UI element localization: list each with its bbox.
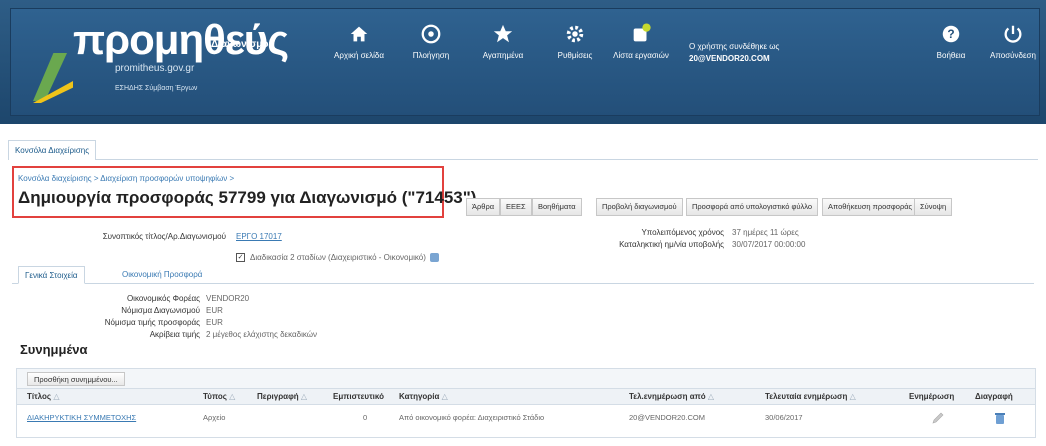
sort-icon: △ [849, 392, 856, 401]
logo-url: promitheus.gov.gr [115, 63, 195, 74]
col-updated-by[interactable]: Τελ.ενημέρωση από △ [629, 392, 714, 401]
col-title-label: Τίτλος [27, 392, 52, 401]
espd-button[interactable]: ΕΕΕΣ [500, 198, 532, 216]
detail-label: Οικονομικός Φορέας [126, 294, 200, 303]
col-confidential[interactable]: Εμπιστευτικό [333, 392, 384, 401]
home-icon [350, 26, 368, 42]
console-tabstrip: Κονσόλα Διαχείρισης [8, 134, 1038, 160]
nav-tasks-label: Λίστα εργασιών [613, 51, 669, 60]
col-category[interactable]: Κατηγορία △ [399, 392, 448, 401]
col-updated-by-label: Τελ.ενημέρωση από [629, 392, 706, 401]
cell-updated-by: 20@VENDOR20.COM [629, 413, 705, 422]
detail-value: VENDOR20 [206, 294, 250, 303]
logo-esidis: ΕΣΗΔΗΣ Σύμβαση Έργων [115, 85, 198, 92]
nav-home-label: Αρχική σελίδα [334, 51, 384, 60]
attachments-heading: Συνημμένα [20, 342, 88, 357]
col-description[interactable]: Περιγραφή △ [257, 392, 307, 401]
remaining-time-value: 37 ημέρες 11 ώρες [732, 228, 799, 237]
save-offer-button[interactable]: Αποθήκευση προσφοράς [822, 198, 919, 216]
trash-icon[interactable] [993, 411, 1007, 425]
sort-icon: △ [707, 392, 715, 401]
sort-icon: △ [441, 392, 448, 401]
tender-title-link[interactable]: ΕΡΓΟ 17017 [236, 232, 282, 241]
cell-type: Αρχείο [203, 413, 226, 422]
gear-icon [566, 25, 584, 43]
compass-icon [421, 24, 441, 44]
table-toolbar: Προσθήκη συνημμένου... [17, 369, 1035, 389]
col-updated-on-label: Τελευταία ενημέρωση [765, 392, 848, 401]
sort-icon: △ [229, 392, 236, 401]
logo-subtitle: Διαγωνισμοί [211, 39, 272, 50]
nav-tasks[interactable]: Λίστα εργασιών [609, 23, 673, 60]
col-type-label: Τύπος [203, 392, 227, 401]
summary-button[interactable]: Σύνοψη [914, 198, 953, 216]
deadline-value: 30/07/2017 00:00:00 [732, 240, 806, 249]
remaining-time-label: Υπολειπόμενος χρόνος [641, 228, 724, 237]
col-description-label: Περιγραφή [257, 392, 299, 401]
help-icon: ? [942, 25, 960, 43]
tab-financial[interactable]: Οικονομική Προσφορά [116, 266, 208, 284]
sort-icon: △ [300, 392, 308, 401]
col-update: Ενημέρωση [909, 392, 955, 401]
user-line: Ο χρήστης συνδέθηκε ως [689, 42, 780, 51]
cell-confidential: 0 [363, 413, 368, 422]
page-title: Δημιουργία προσφοράς 57799 για Διαγωνισμ… [18, 188, 477, 207]
sort-icon: △ [53, 392, 60, 401]
aids-button[interactable]: Βοηθήματα [532, 198, 582, 216]
help-button[interactable]: ? Βοήθεια [921, 23, 981, 60]
detail-value: EUR [206, 318, 223, 327]
nav-favorites[interactable]: Αγαπημένα [473, 23, 533, 60]
detail-value: EUR [206, 306, 223, 315]
user-email: 20@VENDOR20.COM [689, 54, 770, 63]
cell-title[interactable]: ΔΙΑΚΗΡΥΚΤΙΚΗ ΣΥΜΜΕΤΟΧΗΣ [27, 413, 136, 422]
detail-label: Νόμισμα Διαγωνισμού [121, 306, 200, 315]
logout-label: Αποσύνδεση [990, 51, 1036, 60]
col-title[interactable]: Τίτλος △ [27, 392, 59, 401]
col-type[interactable]: Τύπος △ [203, 392, 235, 401]
star-icon [493, 24, 513, 43]
offer-subtabs: Γενικά Στοιχεία Οικονομική Προσφορά [12, 262, 1034, 284]
table-header: Τίτλος △ Τύπος △ Περιγραφή △ Εμπιστευτικ… [17, 389, 1035, 405]
col-category-label: Κατηγορία [399, 392, 440, 401]
detail-label: Ακρίβεια τιμής [149, 330, 200, 339]
tender-title-label: Συνοπτικός τίτλος/Αρ.Διαγωνισμού [102, 232, 226, 241]
tab-general[interactable]: Γενικά Στοιχεία [18, 266, 85, 284]
top-header: προμηθεύς Διαγωνισμοί promitheus.gov.gr … [0, 0, 1046, 124]
nav-settings[interactable]: Ρυθμίσεις [545, 23, 605, 60]
nav-settings-label: Ρυθμίσεις [557, 51, 593, 60]
power-icon [1004, 25, 1022, 43]
nav-favorites-label: Αγαπημένα [482, 51, 524, 60]
two-stage-checkbox: ✓ [236, 253, 245, 262]
table-row: ΔΙΑΚΗΡΥΚΤΙΚΗ ΣΥΜΜΕΤΟΧΗΣ Αρχείο 0 Από οικ… [17, 409, 1035, 427]
nav-navigation[interactable]: Πλοήγηση [401, 23, 461, 60]
svg-text:?: ? [947, 27, 954, 41]
cell-updated-on: 30/06/2017 [765, 413, 803, 422]
nav-home[interactable]: Αρχική σελίδα [329, 23, 389, 60]
tab-console[interactable]: Κονσόλα Διαχείρισης [8, 140, 97, 160]
col-updated-on[interactable]: Τελευταία ενημέρωση △ [765, 392, 856, 401]
two-stage-label: Διαδικασία 2 σταδίων (Διαχειριστικό - Οι… [250, 253, 439, 263]
deadline-label: Καταληκτική ημ/νία υποβολής [619, 240, 724, 249]
header-panel: προμηθεύς Διαγωνισμοί promitheus.gov.gr … [10, 8, 1040, 116]
pencil-icon[interactable] [931, 411, 945, 425]
nav-navigation-label: Πλοήγηση [412, 51, 450, 60]
user-info: Ο χρήστης συνδέθηκε ως 20@VENDOR20.COM [689, 41, 849, 65]
detail-label: Νόμισμα τιμής προσφοράς [104, 318, 200, 327]
col-delete: Διαγραφή [975, 392, 1013, 401]
attachments-table: Προσθήκη συνημμένου... Τίτλος △ Τύπος △ … [16, 368, 1036, 438]
logout-button[interactable]: Αποσύνδεση [983, 23, 1043, 60]
tasks-icon [633, 23, 651, 42]
help-label: Βοήθεια [936, 51, 966, 60]
cell-category: Από οικονομικό φορέα: Διαχειριστικό Στάδ… [399, 413, 545, 422]
detail-value: 2 μέγεθος ελάχιστης δεκαδικών [206, 330, 317, 339]
view-tender-button[interactable]: Προβολή διαγωνισμού [596, 198, 683, 216]
add-attachment-button[interactable]: Προσθήκη συνημμένου... [27, 372, 125, 386]
two-stage-text: Διαδικασία 2 σταδίων (Διαχειριστικό - Οι… [250, 253, 426, 262]
articles-button[interactable]: Άρθρα [466, 198, 501, 216]
breadcrumb[interactable]: Κονσόλα διαχείρισης > Διαχείριση προσφορ… [18, 174, 234, 183]
spreadsheet-offer-button[interactable]: Προσφορά από υπολογιστικό φύλλο [686, 198, 819, 216]
